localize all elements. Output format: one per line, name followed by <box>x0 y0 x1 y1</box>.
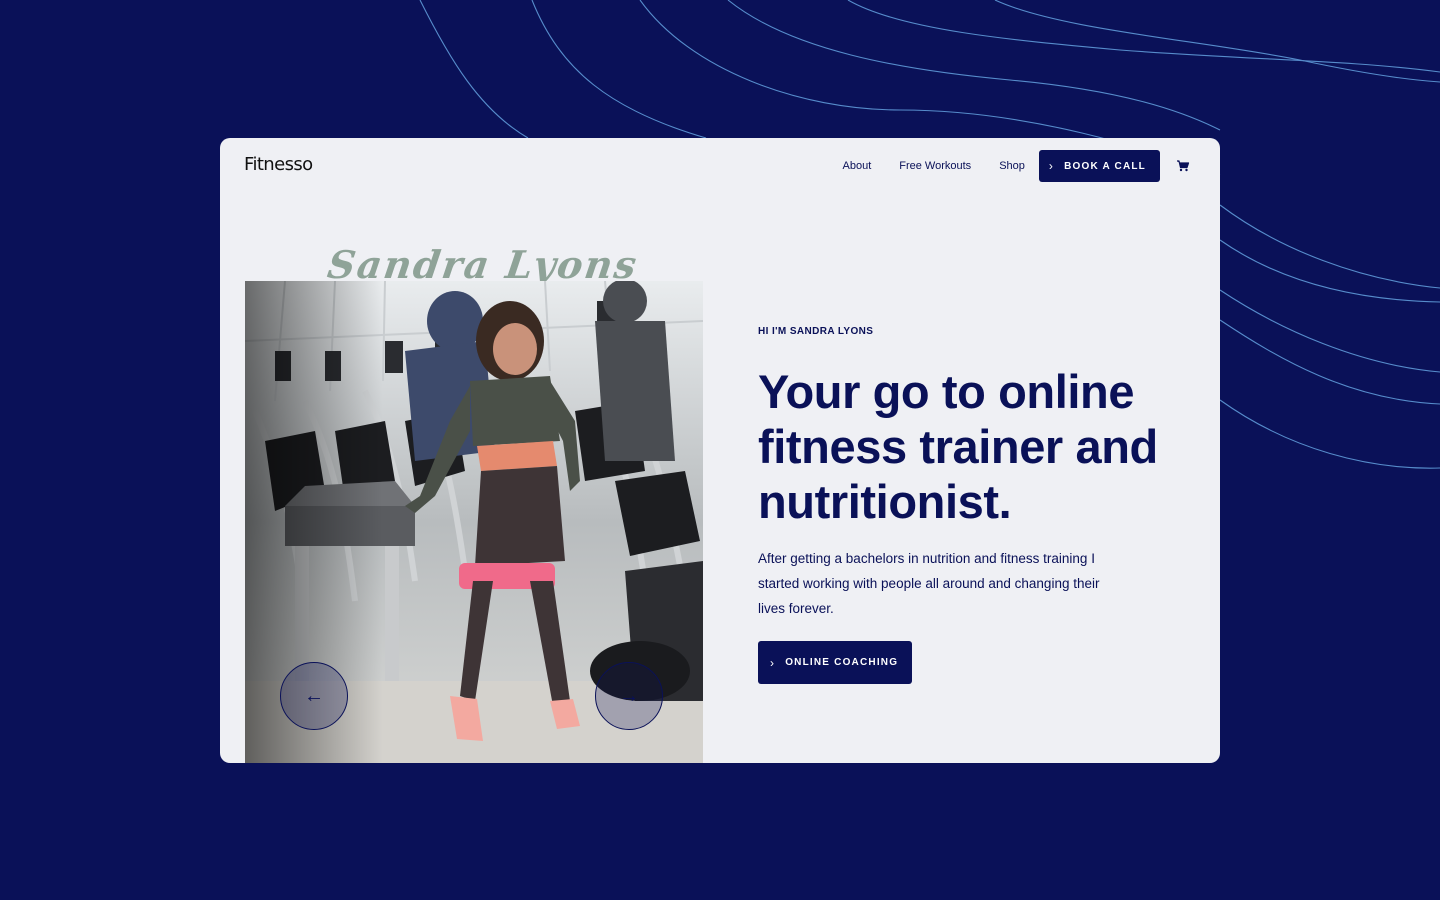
next-slide-button[interactable]: → <box>595 662 663 730</box>
hero-paragraph: After getting a bachelors in nutrition a… <box>758 551 1100 616</box>
book-a-call-button[interactable]: › BOOK A CALL <box>1038 150 1160 182</box>
nav-shop[interactable]: Shop <box>999 160 1025 172</box>
cart-icon[interactable] <box>1176 159 1190 173</box>
online-coaching-label: ONLINE COACHING <box>785 657 899 668</box>
prev-slide-button[interactable]: ← <box>280 662 348 730</box>
arrow-left-icon: ← <box>304 684 324 707</box>
nav-about[interactable]: About <box>843 160 872 172</box>
arrow-right-icon: → <box>619 684 639 707</box>
hero-card: Fitnesso About Free Workouts Shop › BOOK… <box>220 138 1220 763</box>
nav-free-workouts[interactable]: Free Workouts <box>899 160 971 172</box>
chevron-right-icon: › <box>1048 159 1055 173</box>
book-a-call-label: BOOK A CALL <box>1064 160 1146 172</box>
online-coaching-button[interactable]: › ONLINE COACHING <box>758 641 913 684</box>
hero-headline: Your go to online fitness trainer and nu… <box>758 365 1158 528</box>
hero-photo: ← → <box>245 281 703 763</box>
logo[interactable]: Fitnesso <box>244 154 313 175</box>
hero-eyebrow: HI I'M SANDRA LYONS <box>758 326 874 337</box>
main-nav: About Free Workouts Shop › BOOK A CALL <box>843 150 1191 182</box>
chevron-right-icon: › <box>770 655 776 670</box>
